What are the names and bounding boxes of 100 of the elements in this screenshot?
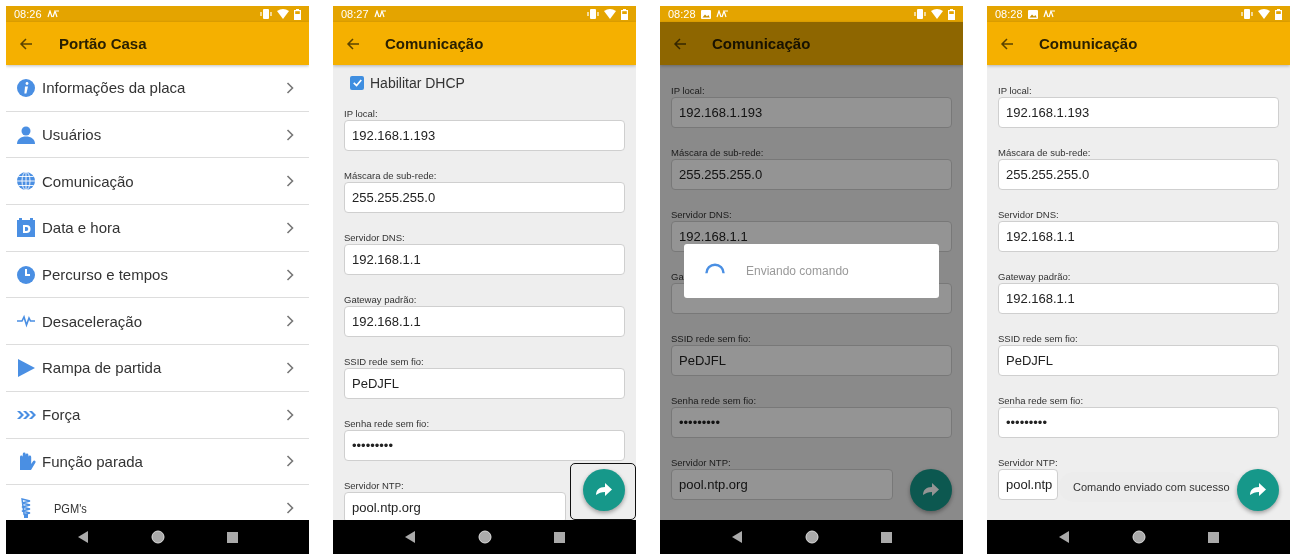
curved-arrow-icon	[593, 480, 614, 499]
field-label: IP local:	[344, 108, 378, 120]
dialog-message: Enviando comando	[746, 264, 849, 278]
field-label: Servidor DNS:	[344, 232, 405, 244]
notification-icon	[46, 10, 60, 18]
person-icon	[16, 124, 36, 145]
field-label: Servidor DNS:	[671, 209, 732, 221]
back-icon[interactable]	[731, 531, 743, 543]
input-field[interactable]: pool.ntp	[998, 469, 1058, 500]
input-field[interactable]: •••••••••	[344, 430, 625, 461]
input-field[interactable]: pool.ntp.org	[344, 492, 566, 520]
clock-icon	[16, 264, 36, 285]
menu-label: Força	[42, 406, 82, 424]
field-label: Servidor NTP:	[671, 457, 731, 469]
info-icon	[16, 77, 36, 98]
input-field[interactable]: •••••••••	[998, 407, 1279, 438]
home-icon[interactable]	[805, 530, 819, 544]
menu-item[interactable]: Função parada	[6, 438, 309, 486]
chevron-right-icon	[286, 268, 294, 281]
status-time: 08:26	[14, 8, 42, 20]
checkbox-label: Habilitar DHCP	[370, 75, 465, 91]
input-field[interactable]: PeDJFL	[671, 345, 952, 376]
vibrate-icon	[1241, 9, 1253, 19]
menu-item[interactable]: Rampa de partida	[6, 345, 309, 392]
wifi-icon	[604, 9, 616, 19]
input-field[interactable]: PeDJFL	[998, 345, 1279, 376]
menu-item[interactable]: Usuários	[6, 111, 309, 159]
battery-icon	[294, 8, 301, 20]
battery-icon	[1275, 8, 1282, 20]
status-time: 08:28	[668, 8, 696, 20]
field-label: Servidor NTP:	[344, 480, 404, 492]
curved-arrow-icon	[920, 480, 941, 499]
recents-icon[interactable]	[227, 531, 238, 543]
field-label: Ga	[671, 271, 684, 283]
field-label: Servidor DNS:	[998, 209, 1059, 221]
recents-icon[interactable]	[554, 531, 565, 543]
notification-icon	[373, 10, 387, 18]
status-time: 08:28	[995, 8, 1023, 20]
back-arrow-icon	[19, 37, 33, 50]
field-label: Gateway padrão:	[344, 294, 417, 306]
vibrate-icon	[260, 9, 272, 19]
field-label: Máscara de sub-rede:	[998, 147, 1091, 159]
input-field[interactable]: 192.168.1.1	[344, 244, 625, 275]
input-field[interactable]: 192.168.1.1	[998, 283, 1279, 314]
home-icon[interactable]	[1132, 530, 1146, 544]
image-icon	[700, 9, 711, 19]
chevron-right-icon	[286, 221, 294, 234]
home-icon[interactable]	[478, 530, 492, 544]
screen-title: Comunicação	[385, 35, 484, 52]
vibrate-icon	[914, 9, 926, 19]
battery-icon	[948, 8, 955, 20]
field-label: IP local:	[998, 85, 1032, 97]
back-icon[interactable]	[404, 531, 416, 543]
field-label: Servidor NTP:	[998, 457, 1058, 469]
field-label: Senha rede sem fio:	[998, 395, 1084, 407]
back-button[interactable]	[19, 37, 33, 50]
home-icon[interactable]	[151, 530, 165, 544]
field-label: Senha rede sem fio:	[671, 395, 757, 407]
back-button[interactable]	[673, 37, 687, 50]
menu-item[interactable]: Comunicação	[6, 158, 309, 206]
input-field[interactable]: 192.168.1.1	[998, 221, 1279, 252]
input-field[interactable]: •••••••••	[671, 407, 952, 438]
screen-title: Portão Casa	[59, 35, 147, 52]
input-field[interactable]: 192.168.1.193	[998, 97, 1279, 128]
field-label: Gateway padrão:	[998, 271, 1071, 283]
recents-icon[interactable]	[881, 531, 892, 543]
back-icon[interactable]	[1058, 531, 1070, 543]
menu-item[interactable]: Percurso e tempos	[6, 251, 309, 299]
back-button[interactable]	[346, 37, 360, 50]
input-field[interactable]: 192.168.1.193	[344, 120, 625, 151]
input-field[interactable]: 192.168.1.1	[344, 306, 625, 337]
menu-item[interactable]: Data e hora	[6, 205, 309, 252]
chevron-right-icon	[286, 315, 294, 328]
menu-item[interactable]: Força	[6, 391, 309, 439]
field-label: Máscara de sub-rede:	[344, 170, 437, 182]
notification-icon	[1042, 10, 1056, 18]
status-time: 08:27	[341, 8, 369, 20]
wifi-icon	[931, 9, 943, 19]
input-field[interactable]: 255.255.255.0	[344, 182, 625, 213]
chevron-right-icon	[286, 175, 294, 188]
back-icon[interactable]	[77, 531, 89, 543]
menu-item[interactable]: Informações da placa	[6, 65, 309, 112]
field-label: Senha rede sem fio:	[344, 418, 430, 430]
field-label: SSID rede sem fio:	[671, 333, 751, 345]
back-arrow-icon	[346, 37, 360, 50]
input-field[interactable]: PeDJFL	[344, 368, 625, 399]
checkbox[interactable]	[350, 76, 364, 90]
input-field[interactable]: pool.ntp.org	[671, 469, 893, 500]
input-field[interactable]: 255.255.255.0	[671, 159, 952, 190]
menu-label: Data e hora	[42, 219, 122, 237]
input-field[interactable]: 255.255.255.0	[998, 159, 1279, 190]
recents-icon[interactable]	[1208, 531, 1219, 543]
back-arrow-icon	[673, 37, 687, 50]
menu-item[interactable]: Desaceleração	[6, 298, 309, 346]
menu-label: PGM's	[54, 500, 88, 516]
input-field[interactable]: 192.168.1.193	[671, 97, 952, 128]
back-arrow-icon	[1000, 37, 1014, 50]
check-icon	[352, 79, 362, 87]
back-button[interactable]	[1000, 37, 1014, 50]
chevron-right-icon	[286, 408, 294, 421]
